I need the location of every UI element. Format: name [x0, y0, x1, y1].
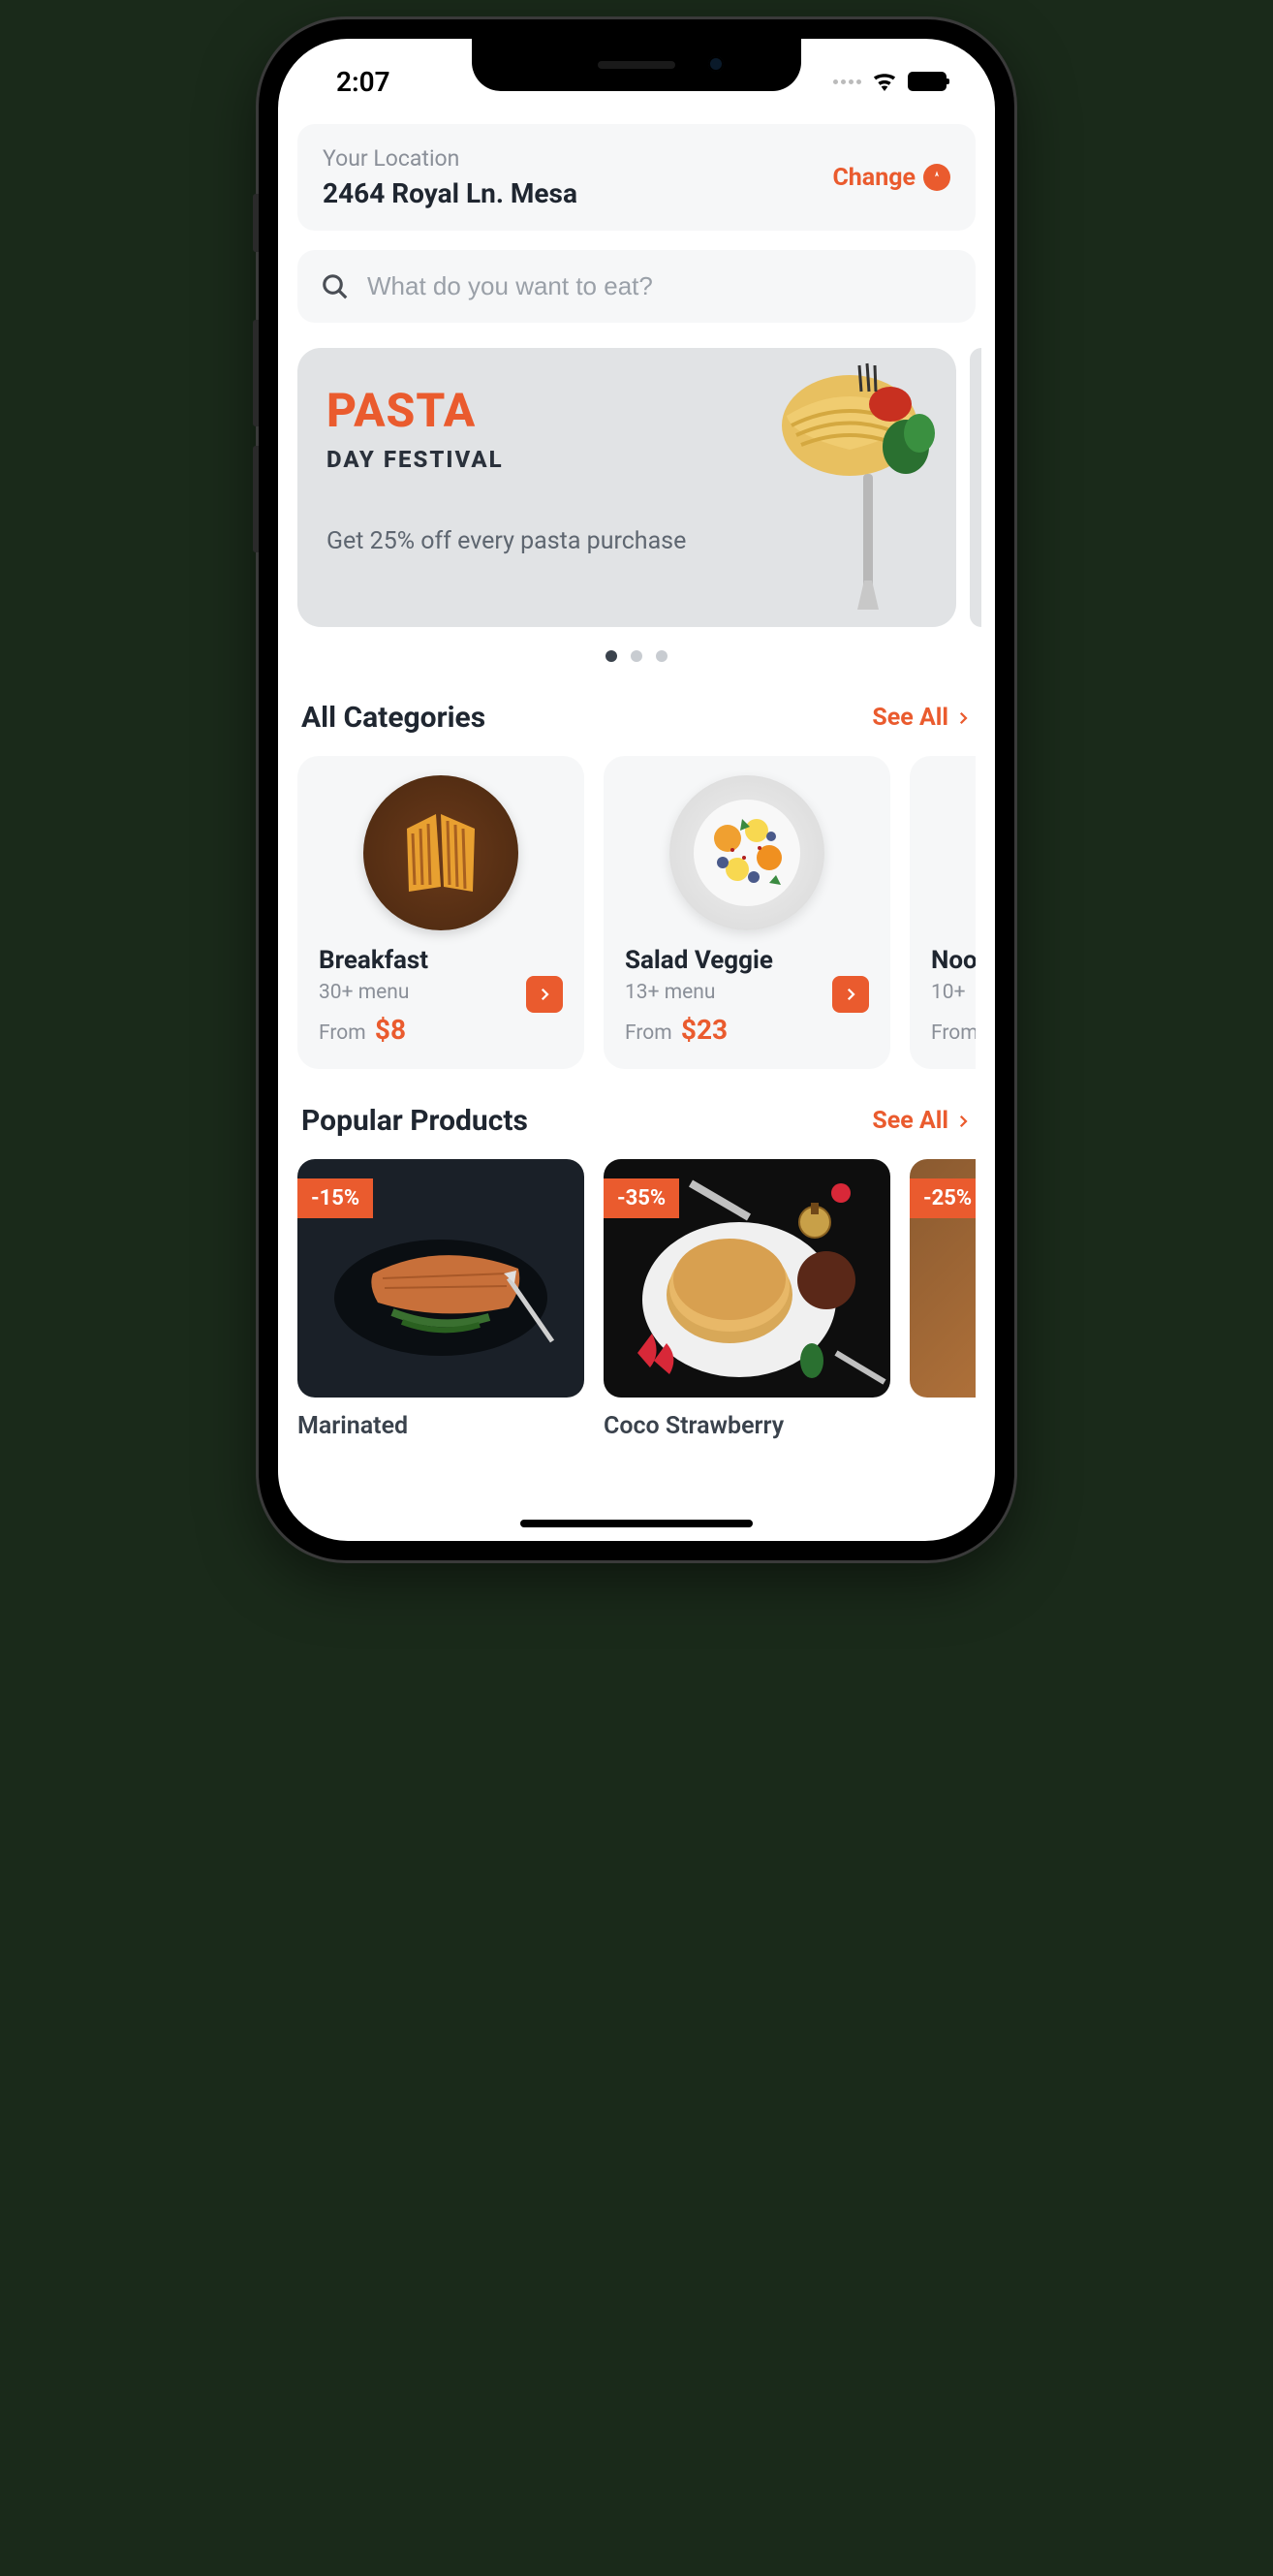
- discount-badge: -15%: [297, 1178, 373, 1218]
- popular-see-all-button[interactable]: See All: [872, 1107, 972, 1135]
- product-card[interactable]: -35% Coco Strawberry: [604, 1159, 890, 1443]
- dot-3[interactable]: [656, 650, 668, 662]
- chevron-right-icon: [842, 986, 859, 1003]
- category-arrow-button[interactable]: [832, 976, 869, 1013]
- product-name: Marinated: [297, 1411, 584, 1443]
- category-from-price: From: [931, 1014, 976, 1046]
- salad-image: [669, 775, 824, 930]
- category-arrow-button[interactable]: [526, 976, 563, 1013]
- category-row[interactable]: Breakfast 30+ menu From $8: [297, 756, 976, 1069]
- status-time: 2:07: [336, 66, 390, 98]
- popular-title: Popular Products: [301, 1104, 528, 1138]
- discount-badge: -35%: [604, 1178, 679, 1218]
- category-name: Breakfast: [319, 946, 563, 975]
- category-card-noodles[interactable]: Noodles 10+ From: [910, 756, 976, 1069]
- search-icon: [321, 272, 350, 301]
- location-card: Your Location 2464 Royal Ln. Mesa Change: [297, 124, 976, 231]
- product-card[interactable]: -15% Marinated: [297, 1159, 584, 1443]
- category-name: Salad Veggie: [625, 946, 869, 975]
- product-image-salmon: -15%: [297, 1159, 584, 1398]
- pasta-fork-image: [743, 358, 937, 610]
- cellular-icon: [833, 79, 861, 84]
- chevron-right-icon: [954, 709, 972, 727]
- search-bar[interactable]: [297, 250, 976, 323]
- product-card[interactable]: -25%: [910, 1159, 976, 1443]
- product-image: -25%: [910, 1159, 976, 1398]
- search-input[interactable]: [367, 271, 952, 301]
- compass-icon: [923, 164, 950, 191]
- product-row[interactable]: -15% Marinated: [297, 1159, 976, 1443]
- dot-2[interactable]: [631, 650, 642, 662]
- dot-1[interactable]: [605, 650, 617, 662]
- product-name: Coco Strawberry: [604, 1411, 890, 1443]
- wifi-icon: [871, 72, 898, 91]
- chevron-right-icon: [536, 986, 553, 1003]
- category-card-salad[interactable]: Salad Veggie 13+ menu From $23: [604, 756, 890, 1069]
- battery-icon: [908, 72, 947, 91]
- chevron-right-icon: [954, 1113, 972, 1130]
- banner-carousel[interactable]: PASTA DAY FESTIVAL Get 25% off every pas…: [297, 348, 976, 627]
- location-label: Your Location: [323, 145, 577, 172]
- home-indicator[interactable]: [520, 1520, 753, 1527]
- location-address: 2464 Royal Ln. Mesa: [323, 177, 577, 209]
- category-name: Noodles: [931, 946, 976, 975]
- category-menu-count: 10+: [931, 981, 976, 1004]
- product-image-pancake: -35%: [604, 1159, 890, 1398]
- breakfast-image: [363, 775, 518, 930]
- screen: 2:07 Your Location 2464 Royal Ln. Mesa C…: [278, 39, 995, 1541]
- phone-frame: 2:07 Your Location 2464 Royal Ln. Mesa C…: [259, 19, 1014, 1560]
- category-from-price: From $23: [625, 1014, 869, 1046]
- carousel-dots[interactable]: [297, 650, 976, 662]
- change-label: Change: [832, 164, 916, 192]
- categories-title: All Categories: [301, 701, 485, 735]
- categories-see-all-button[interactable]: See All: [872, 704, 972, 732]
- change-location-button[interactable]: Change: [832, 164, 950, 192]
- category-from-price: From $8: [319, 1014, 563, 1046]
- notch: [472, 39, 801, 91]
- promo-banner[interactable]: PASTA DAY FESTIVAL Get 25% off every pas…: [297, 348, 956, 627]
- category-card-breakfast[interactable]: Breakfast 30+ menu From $8: [297, 756, 584, 1069]
- banner-peek: [970, 348, 981, 627]
- discount-badge: -25%: [910, 1178, 976, 1218]
